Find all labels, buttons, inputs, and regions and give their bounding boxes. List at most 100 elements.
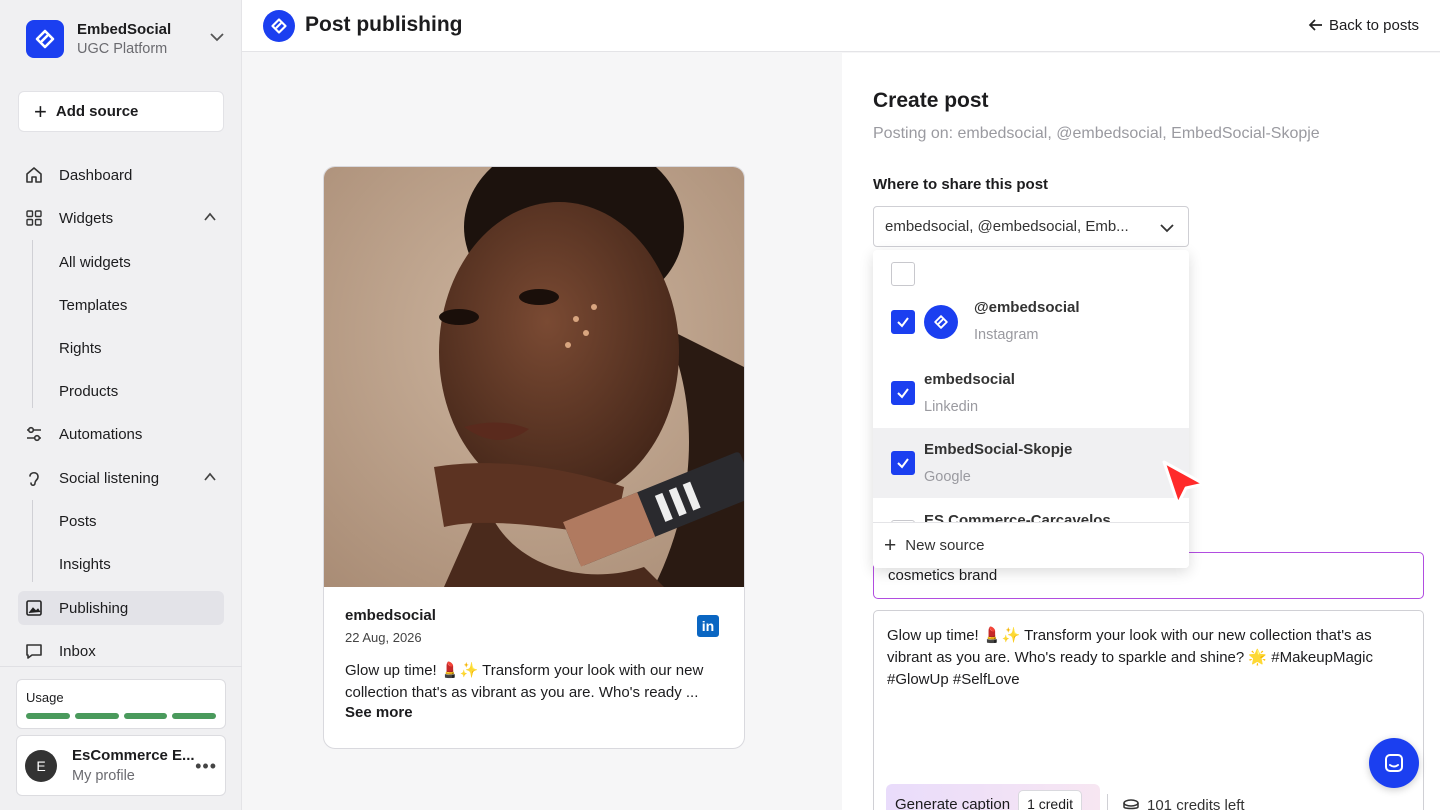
arrow-left-icon — [1308, 19, 1322, 31]
sidebar-item-insights[interactable]: Insights — [18, 547, 224, 581]
generate-caption-label: Generate caption — [895, 795, 1011, 810]
checkbox[interactable] — [891, 262, 915, 286]
new-source-label: New source — [905, 537, 985, 554]
plus-icon: + — [34, 98, 47, 124]
checkbox-checked[interactable] — [891, 310, 915, 334]
usage-label: Usage — [26, 690, 64, 705]
profile-subtitle: My profile — [72, 768, 135, 784]
plus-icon: + — [884, 534, 897, 557]
more-icon[interactable]: ••• — [195, 756, 217, 777]
brand-subtitle: UGC Platform — [77, 41, 168, 57]
destination-select-value: embedsocial, @embedsocial, Emb... — [885, 218, 1129, 235]
option-select-all[interactable] — [873, 250, 1189, 292]
chevron-up-icon — [204, 212, 216, 221]
sidebar-item-label: Products — [59, 382, 119, 400]
see-more-link[interactable]: See more — [345, 704, 722, 721]
option-type: Google — [924, 469, 971, 485]
page-title: Post publishing — [305, 13, 463, 36]
back-to-posts-link[interactable]: Back to posts — [1307, 16, 1419, 34]
sidebar-item-label: Templates — [59, 296, 128, 314]
sidebar-item-label: Posts — [59, 512, 97, 530]
credit-badge: 1 credit — [1018, 790, 1082, 810]
generate-caption-button[interactable]: Generate caption 1 credit — [886, 784, 1100, 810]
home-icon — [24, 165, 44, 185]
checkbox-checked[interactable] — [891, 451, 915, 475]
sidebar-item-label: Social listening — [59, 469, 160, 487]
destination-dropdown: @embedsocial Instagram embedsocial Linke… — [873, 250, 1189, 568]
embedsocial-logo-icon — [26, 20, 64, 58]
chevron-down-icon — [210, 33, 224, 42]
sidebar-item-label: Rights — [59, 339, 102, 357]
profile-name: EsCommerce E... — [72, 747, 195, 764]
sidebar-item-widgets[interactable]: Widgets — [18, 201, 224, 235]
sidebar-item-label: Automations — [59, 425, 143, 443]
sidebar-item-label: Insights — [59, 555, 111, 573]
ear-icon — [24, 468, 44, 488]
sidebar-item-automations[interactable]: Automations — [18, 417, 224, 451]
sidebar-item-label: Widgets — [59, 209, 114, 227]
chat-icon — [24, 641, 44, 661]
option-google[interactable]: EmbedSocial-Skopje Google — [873, 428, 1189, 498]
workspace-switcher[interactable]: EmbedSocial UGC Platform — [26, 18, 226, 60]
chat-bubble-icon — [1385, 754, 1403, 772]
sidebar-item-rights[interactable]: Rights — [18, 331, 224, 365]
grid-icon — [24, 208, 44, 228]
destination-select[interactable]: embedsocial, @embedsocial, Emb... — [873, 206, 1189, 247]
posting-on-text: Posting on: embedsocial, @embedsocial, E… — [873, 125, 1320, 142]
chevron-up-icon — [204, 472, 216, 481]
sidebar-item-label: Publishing — [59, 599, 129, 617]
embedsocial-logo-icon — [263, 10, 295, 42]
usage-card[interactable]: Usage — [16, 679, 226, 729]
sliders-icon — [24, 424, 44, 444]
option-name: EmbedSocial-Skopje — [924, 441, 1073, 458]
sidebar-item-publishing[interactable]: Publishing — [18, 591, 224, 625]
chat-support-button[interactable] — [1369, 738, 1419, 788]
post-date: 22 Aug, 2026 — [345, 630, 422, 645]
embedsocial-logo-icon — [924, 305, 958, 339]
post-username: embedsocial — [345, 607, 436, 624]
avatar: E — [25, 749, 57, 782]
linkedin-icon: in — [697, 615, 719, 637]
sidebar: EmbedSocial UGC Platform + Add source Da… — [0, 0, 242, 810]
chevron-down-icon — [1160, 224, 1174, 233]
option-type: Instagram — [974, 327, 1039, 343]
add-source-button[interactable]: + Add source — [18, 91, 224, 132]
sidebar-item-label: All widgets — [59, 253, 131, 271]
create-post-title: Create post — [873, 89, 989, 112]
add-source-label: Add source — [55, 103, 139, 120]
top-header: Post publishing Back to posts — [242, 0, 1440, 52]
option-linkedin[interactable]: embedsocial Linkedin — [873, 358, 1189, 428]
option-type: Linkedin — [924, 399, 979, 415]
sidebar-item-label: Dashboard — [59, 166, 133, 184]
credits-left-label: 101 credits left — [1147, 796, 1245, 810]
sidebar-item-inbox[interactable]: Inbox — [18, 634, 224, 668]
post-text: Glow up time! 💄✨ Transform your look wit… — [345, 662, 704, 701]
sidebar-item-label: Inbox — [59, 642, 96, 660]
pointer-cursor-icon — [1162, 460, 1206, 506]
checkbox-checked[interactable] — [891, 381, 915, 405]
credits-divider — [1107, 794, 1108, 810]
sidebar-item-templates[interactable]: Templates — [18, 288, 224, 322]
new-source-button[interactable]: + New source — [873, 522, 1189, 568]
brand-name: EmbedSocial — [77, 21, 172, 38]
create-post-panel: Create post Posting on: embedsocial, @em… — [842, 53, 1440, 810]
post-preview-card: embedsocial 22 Aug, 2026 in Glow up time… — [323, 166, 745, 749]
option-instagram[interactable]: @embedsocial Instagram — [873, 288, 1189, 358]
sidebar-item-social-listening[interactable]: Social listening — [18, 461, 224, 495]
credits-left: 101 credits left — [1122, 796, 1245, 810]
sidebar-item-dashboard[interactable]: Dashboard — [18, 158, 224, 192]
sidebar-item-products[interactable]: Products — [18, 374, 224, 408]
share-label: Where to share this post — [873, 176, 1049, 193]
sidebar-divider — [0, 666, 242, 667]
profile-card[interactable]: E EsCommerce E... My profile ••• — [16, 735, 226, 796]
coins-icon — [1123, 799, 1139, 810]
usage-bars — [26, 713, 216, 719]
option-name: embedsocial — [924, 371, 1015, 388]
back-label: Back to posts — [1328, 16, 1419, 34]
post-image — [324, 167, 744, 587]
image-icon — [24, 598, 44, 618]
option-name: @embedsocial — [974, 299, 1080, 316]
sidebar-item-posts[interactable]: Posts — [18, 504, 224, 538]
caption-textarea[interactable]: Glow up time! 💄✨ Transform your look wit… — [873, 610, 1424, 810]
sidebar-item-all-widgets[interactable]: All widgets — [18, 245, 224, 279]
